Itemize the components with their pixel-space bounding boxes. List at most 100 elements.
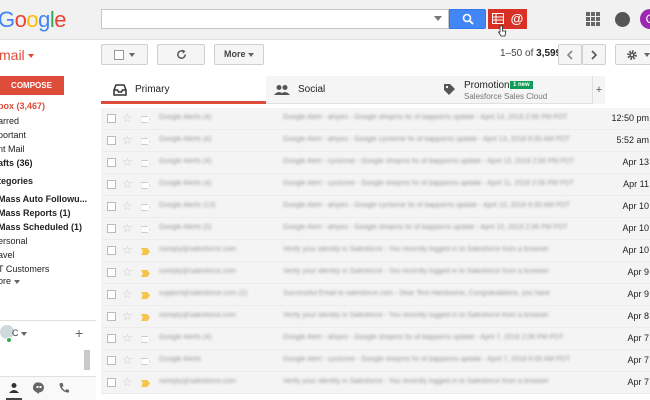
importance-marker-icon[interactable] xyxy=(141,336,150,343)
importance-marker-icon[interactable] xyxy=(141,380,150,387)
star-icon[interactable]: ☆ xyxy=(122,133,133,147)
refresh-button[interactable] xyxy=(157,44,205,65)
importance-marker-icon[interactable] xyxy=(141,160,150,167)
sidebar-item-more[interactable]: ore xyxy=(0,276,20,286)
promotions-sender-preview: Salesforce Sales Cloud xyxy=(464,92,548,101)
importance-marker-icon[interactable] xyxy=(141,248,150,255)
star-icon[interactable]: ☆ xyxy=(122,353,133,367)
importance-marker-icon[interactable] xyxy=(141,226,150,233)
sidebar-scrollbar[interactable] xyxy=(84,350,90,370)
email-checkbox[interactable] xyxy=(107,378,116,387)
email-row[interactable]: ☆ Google Alerts (4) Google Alert - cyclomi… xyxy=(101,174,650,196)
email-row[interactable]: ☆ noreply@salesforce.com Verify your ident… xyxy=(101,262,650,284)
notifications-bell-icon[interactable] xyxy=(615,12,630,27)
email-checkbox[interactable] xyxy=(107,224,116,233)
tab-social[interactable]: Social xyxy=(266,76,431,104)
sidebar-item-personal[interactable]: ersonal xyxy=(0,236,28,246)
add-tab-button[interactable]: + xyxy=(592,76,605,104)
mail-menu[interactable]: mail xyxy=(0,47,34,63)
importance-marker-icon[interactable] xyxy=(141,116,150,123)
settings-button[interactable] xyxy=(615,44,650,65)
email-subject: Google Alert - ahiyes - Google cyclomie … xyxy=(283,202,570,209)
sidebar-item-sent[interactable]: nt Mail xyxy=(0,144,25,154)
importance-marker-icon[interactable] xyxy=(141,270,150,277)
star-icon[interactable]: ☆ xyxy=(122,375,133,389)
email-row[interactable]: ☆ Google Alerts (3) Google Alert - ahiyes … xyxy=(101,218,650,240)
email-checkbox[interactable] xyxy=(107,334,116,343)
importance-marker-icon[interactable] xyxy=(141,204,150,211)
tab-primary[interactable]: Primary xyxy=(101,76,266,104)
sidebar-item-inbox[interactable]: box (3,467) xyxy=(0,101,45,111)
sidebar-item-important[interactable]: portant xyxy=(0,130,26,140)
at-extension-button[interactable]: @ xyxy=(507,9,527,29)
star-icon[interactable]: ☆ xyxy=(122,199,133,213)
star-icon[interactable]: ☆ xyxy=(122,243,133,257)
email-row[interactable]: ☆ Google Alerts (4) Google Alert - cyclomi… xyxy=(101,152,650,174)
sidebar-item-mass-scheduled[interactable]: Mass Scheduled (1) xyxy=(0,222,82,232)
email-checkbox[interactable] xyxy=(107,180,116,189)
newer-button[interactable] xyxy=(558,44,582,65)
email-row[interactable]: ☆ Google Alerts (13) Google Alert - ahiyes… xyxy=(101,196,650,218)
email-row[interactable]: ☆ Google Alerts (4) Google Alert - ahiyes … xyxy=(101,130,650,152)
email-row[interactable]: ☆ support@salesforce.com (2) Successful Em… xyxy=(101,284,650,306)
account-avatar[interactable]: C xyxy=(640,9,650,29)
star-icon[interactable]: ☆ xyxy=(122,265,133,279)
contacts-person-icon[interactable] xyxy=(8,382,20,394)
importance-marker-icon[interactable] xyxy=(141,182,150,189)
star-icon[interactable]: ☆ xyxy=(122,177,133,191)
email-date: Apr 9 xyxy=(627,289,649,299)
email-checkbox[interactable] xyxy=(107,268,116,277)
star-icon[interactable]: ☆ xyxy=(122,287,133,301)
sidebar-item-drafts[interactable]: afts (36) xyxy=(0,158,33,168)
email-checkbox[interactable] xyxy=(107,158,116,167)
google-logo[interactable]: Google xyxy=(0,7,67,33)
sidebar-item-customers[interactable]: T Customers xyxy=(0,264,49,274)
email-row[interactable]: ☆ Google Alerts (4) Google Alert - ahiyes … xyxy=(101,328,650,350)
hangouts-chat-icon[interactable] xyxy=(33,382,45,394)
email-row[interactable]: ☆ Google Alerts Google Alert - cyclomie - … xyxy=(101,350,650,372)
search-options-caret-icon[interactable] xyxy=(434,16,442,21)
email-sender: support@salesforce.com (2) xyxy=(159,290,248,297)
older-button[interactable] xyxy=(582,44,606,65)
hangouts-user-name[interactable]: C xyxy=(12,328,28,338)
star-icon[interactable]: ☆ xyxy=(122,111,133,125)
more-button[interactable]: More xyxy=(214,44,264,65)
chevron-down-icon xyxy=(13,279,20,284)
email-row[interactable]: ☆ noreply@salesforce.com Verify your ident… xyxy=(101,240,650,262)
email-row[interactable]: ☆ Google Alerts (4) Google Alert - ahiyes … xyxy=(101,108,650,130)
search-input[interactable] xyxy=(101,9,449,29)
inbox-icon xyxy=(113,84,127,96)
star-icon[interactable]: ☆ xyxy=(122,221,133,235)
apps-grid-icon[interactable] xyxy=(586,12,600,26)
importance-marker-icon[interactable] xyxy=(141,314,150,321)
star-icon[interactable]: ☆ xyxy=(122,309,133,323)
email-checkbox[interactable] xyxy=(107,202,116,211)
email-sender: noreply@salesforce.com xyxy=(159,312,237,319)
importance-marker-icon[interactable] xyxy=(141,358,150,365)
email-row[interactable]: ☆ noreply@salesforce.com Verify your ident… xyxy=(101,372,650,394)
email-checkbox[interactable] xyxy=(107,356,116,365)
email-checkbox[interactable] xyxy=(107,290,116,299)
importance-marker-icon[interactable] xyxy=(141,292,150,299)
sidebar-item-travel[interactable]: avel xyxy=(0,250,15,260)
importance-marker-icon[interactable] xyxy=(141,138,150,145)
star-icon[interactable]: ☆ xyxy=(122,331,133,345)
new-conversation-button[interactable]: + xyxy=(75,325,83,341)
email-row[interactable]: ☆ noreply@salesforce.com Verify your ident… xyxy=(101,306,650,328)
email-checkbox[interactable] xyxy=(107,312,116,321)
email-checkbox[interactable] xyxy=(107,246,116,255)
email-checkbox[interactable] xyxy=(107,136,116,145)
phone-icon[interactable] xyxy=(58,382,70,394)
select-checkbox-button[interactable] xyxy=(101,44,148,65)
star-icon[interactable]: ☆ xyxy=(122,155,133,169)
sidebar-item-mass-reports[interactable]: Mass Reports (1) xyxy=(0,208,71,218)
sidebar-item-starred[interactable]: arred xyxy=(0,116,19,126)
email-date: Apr 7 xyxy=(627,377,649,387)
search-button[interactable] xyxy=(449,9,486,29)
sidebar-item-categories[interactable]: tegories xyxy=(0,176,33,186)
email-subject: Verify your identity in Salesforce - You… xyxy=(283,268,549,275)
compose-button[interactable]: COMPOSE xyxy=(0,76,64,95)
sidebar-item-mass-auto-followup[interactable]: Mass Auto Followu... xyxy=(0,194,87,204)
email-checkbox[interactable] xyxy=(107,114,116,123)
email-subject: Google Alert - cyclomie - Google shopms … xyxy=(283,158,575,165)
